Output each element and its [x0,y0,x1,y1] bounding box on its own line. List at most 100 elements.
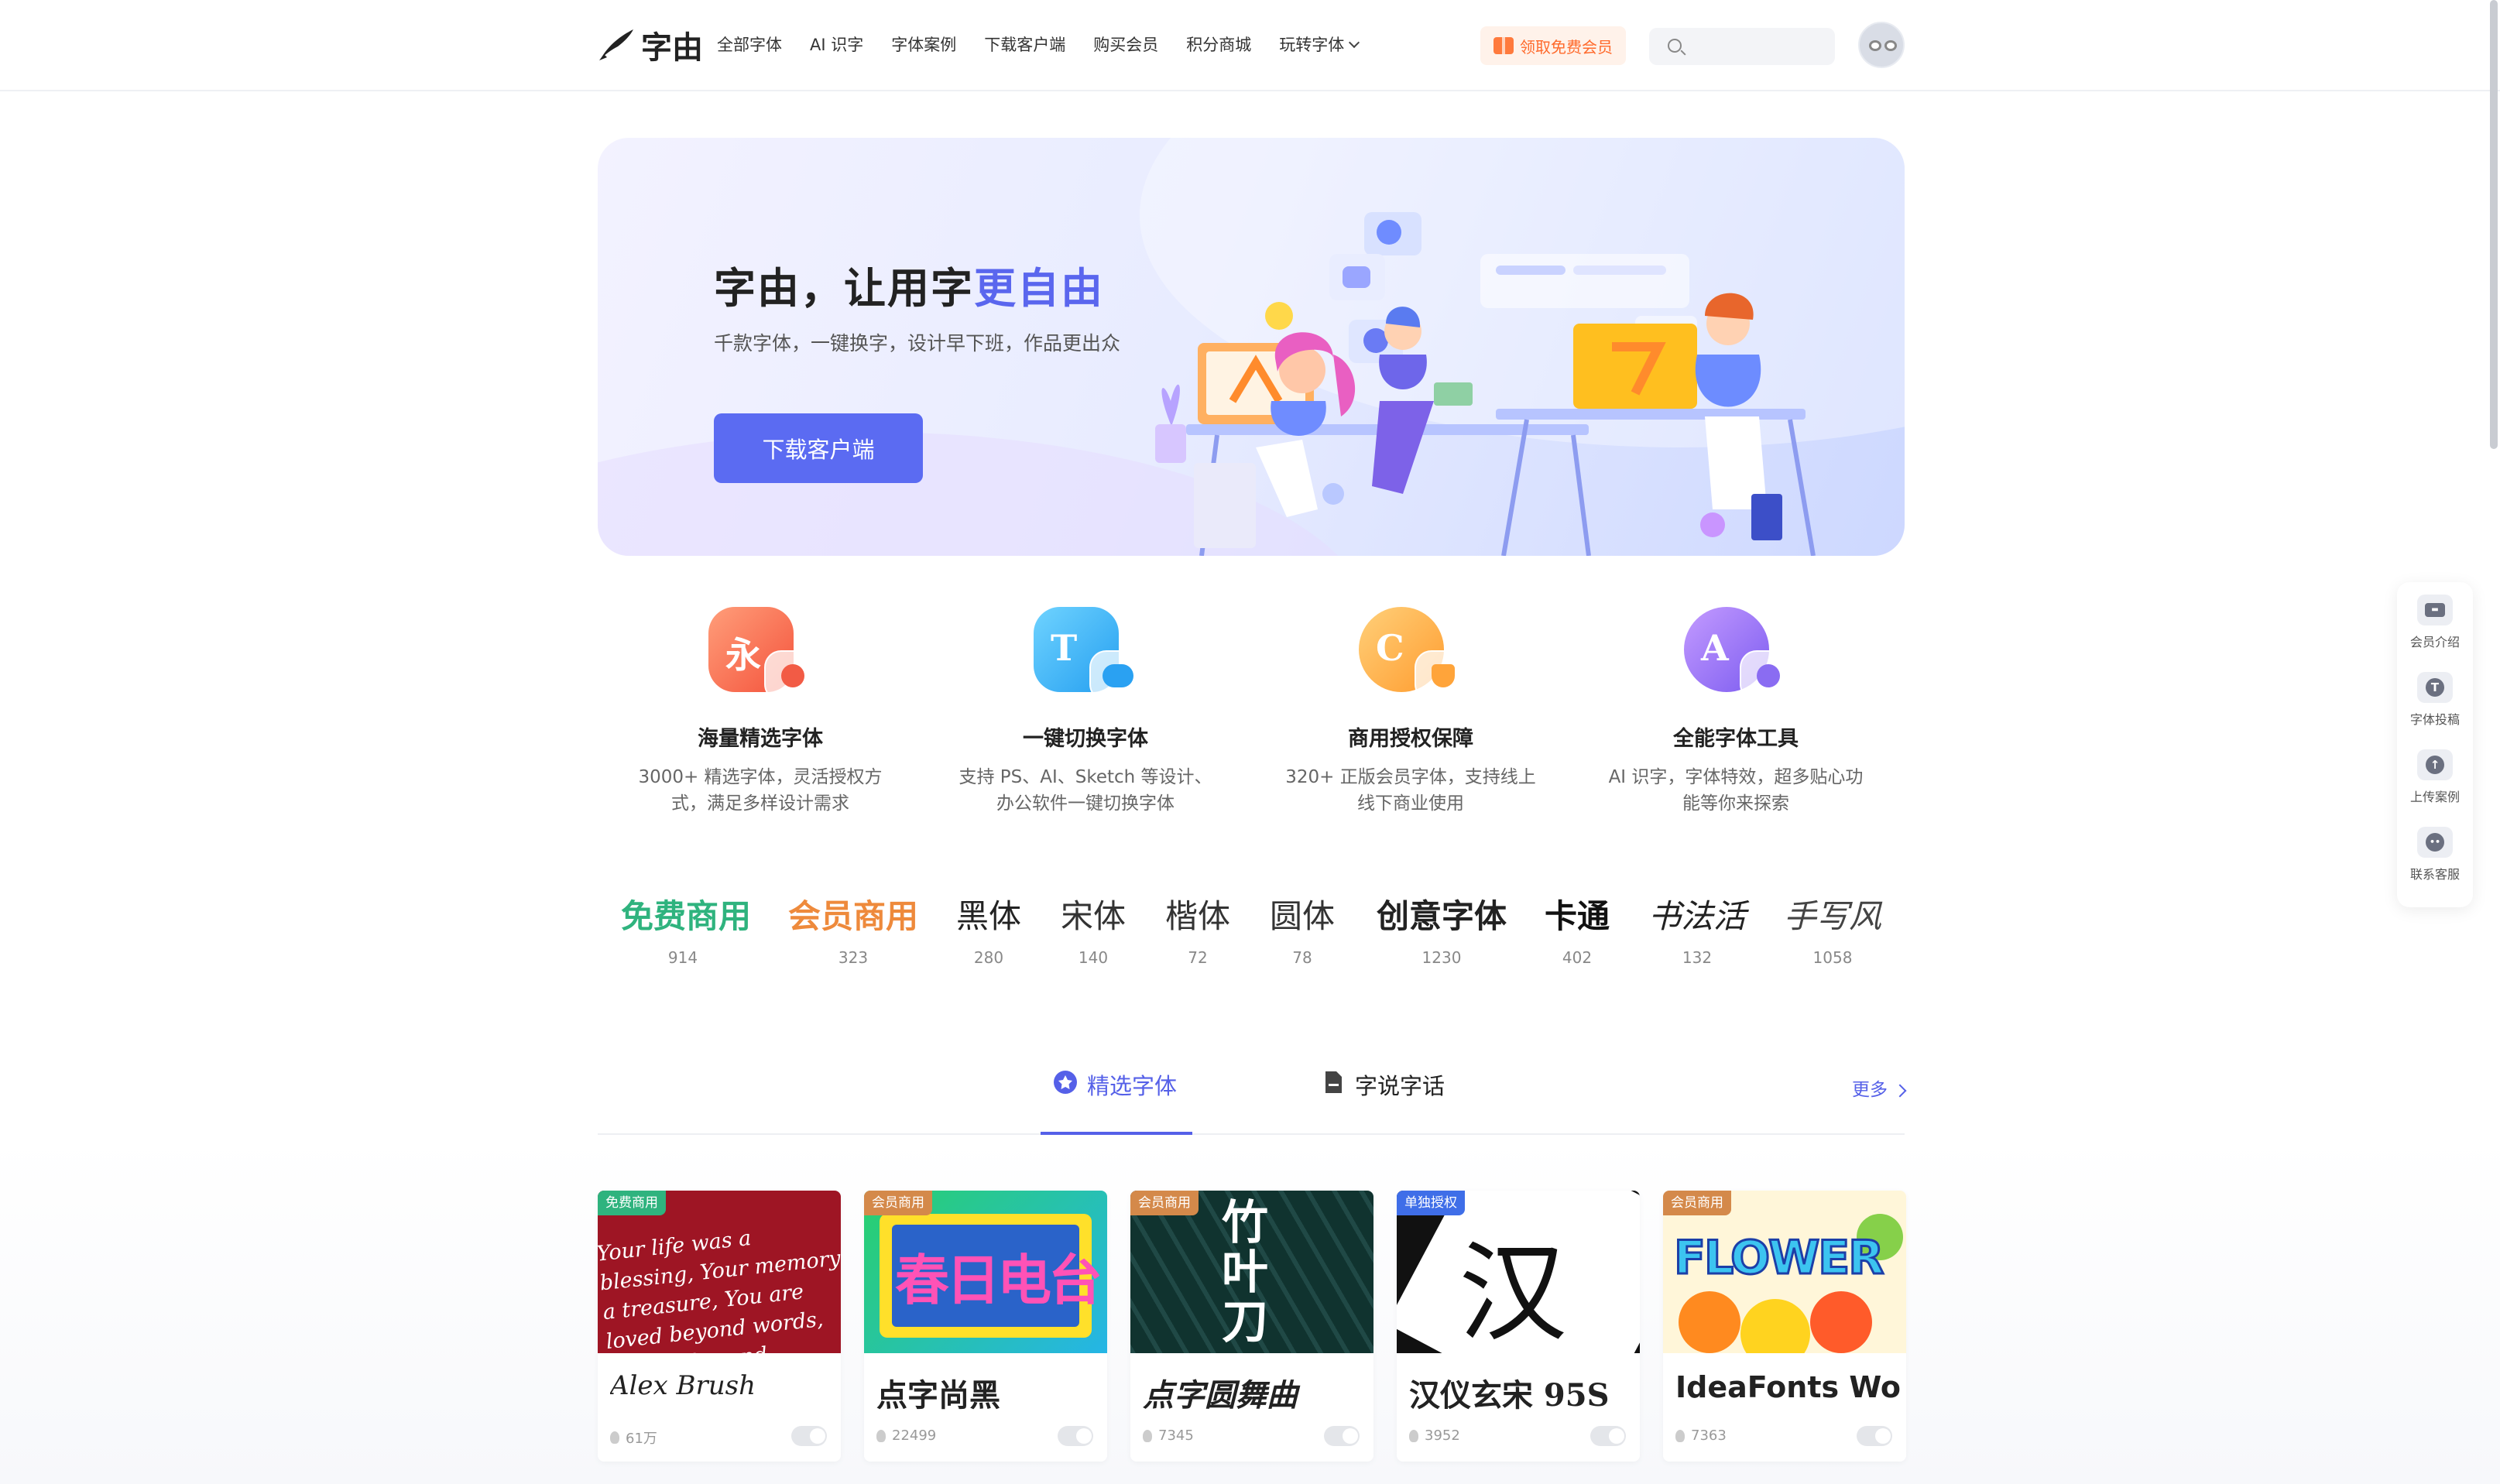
category-cartoon[interactable]: 卡通 402 [1538,890,1616,967]
font-card[interactable]: 单独授权 汉 汉仪玄宋 95S 3952 [1397,1191,1640,1462]
font-activate-toggle[interactable] [791,1426,827,1446]
download-count: 7345 [1143,1427,1194,1444]
count-value: 7345 [1158,1427,1194,1444]
search-box[interactable] [1649,28,1835,65]
nav-label: 下载客户端 [984,36,1066,54]
nav-play-fonts-dropdown[interactable]: 玩转字体 [1279,29,1360,60]
category-count: 402 [1562,948,1593,967]
font-name: 点字圆舞曲 [1143,1377,1298,1414]
nav-font-cases[interactable]: 字体案例 [891,29,956,60]
feature-font-library: 永 海量精选字体 3000+ 精选字体，灵活授权方式，满足多样设计需求 [598,596,923,817]
font-name: Alex Brush [610,1370,756,1401]
search-input[interactable] [1692,28,1824,65]
hero-illustration [1155,212,1816,556]
category-member-commercial[interactable]: 会员商用 323 [787,890,919,967]
font-activate-toggle[interactable] [1857,1426,1892,1446]
nav-buy-membership[interactable]: 购买会员 [1093,29,1158,60]
top-header: 字由 全部字体 AI 识字 字体案例 下载客户端 购买会员 积分商城 玩转字体 … [0,0,2500,91]
free-vip-button[interactable]: 领取免费会员 [1480,26,1626,65]
more-label: 更多 [1852,1080,1888,1100]
feature-title: 商用授权保障 [1348,727,1473,751]
briefcase-icon: ▬ [2417,595,2453,625]
tab-label: 精选字体 [1087,1073,1178,1099]
preview-text: 汉 [1459,1231,1568,1353]
category-kaiti[interactable]: 楷体 72 [1159,890,1236,967]
font-name: 点字尚黑 [876,1378,1000,1414]
feature-title: 一键切换字体 [1023,727,1148,751]
hero-title-highlight: 更自由 [974,264,1104,313]
category-free-commercial[interactable]: 免费商用 914 [621,890,751,967]
font-preview-image: 会员商用 竹叶刀 [1130,1191,1373,1353]
category-creative[interactable]: 创意字体 1230 [1372,890,1511,967]
feature-glyph: A [1701,627,1729,669]
side-item-customer-service[interactable]: •• 联系客服 [2397,827,2473,883]
side-label: 上传案例 [2409,790,2460,804]
category-name: 宋体 [1060,897,1126,935]
font-name: IdeaFonts Wo [1675,1370,1900,1404]
more-link[interactable]: 更多 [1852,1074,1907,1101]
feature-glyph: 永 [725,634,761,676]
font-t-icon: T [2417,672,2453,703]
feature-font-switch: T 一键切换字体 支持 PS、AI、Sketch 等设计、办公软件一键切换字体 [923,596,1248,817]
side-glyph: •• [2426,833,2444,852]
category-handwriting[interactable]: 手写风 1058 [1778,890,1887,967]
page-scrollbar[interactable] [2490,0,2498,449]
nav-download-client[interactable]: 下载客户端 [984,29,1065,60]
font-activate-toggle[interactable] [1324,1426,1360,1446]
category-calligraphy[interactable]: 书法活 132 [1643,890,1751,967]
license-tag: 单独授权 [1397,1191,1465,1215]
font-activate-toggle[interactable] [1590,1426,1626,1446]
hero-banner: 字由，让用字更自由 千款字体，一键换字，设计早下班，作品更出众 下载客户端 [598,138,1905,556]
font-preview-image: 会员商用 FLOWER [1663,1191,1906,1353]
avatar-eye-icon [1869,40,1881,51]
tab-featured-fonts[interactable]: 精选字体 [1041,1068,1192,1135]
fire-icon [876,1429,886,1442]
nav-label: 购买会员 [1093,36,1159,54]
category-count: 72 [1188,948,1208,967]
side-label: 字体投稿 [2409,712,2460,727]
download-count: 7363 [1675,1427,1727,1444]
feature-glyph: C [1376,627,1404,669]
side-item-membership-intro[interactable]: ▬ 会员介绍 [2397,595,2473,650]
nav-ai-recognize[interactable]: AI 识字 [810,29,863,60]
feature-desc: 3000+ 精选字体，灵活授权方式，满足多样设计需求 [638,767,883,814]
font-card[interactable]: 免费商用 Your life was a blessing, Your memo… [598,1191,841,1462]
star-badge-icon [1054,1071,1077,1094]
category-name: 手写风 [1783,897,1881,935]
user-avatar[interactable] [1858,22,1905,68]
font-activate-toggle[interactable] [1058,1426,1093,1446]
font-preview-image: 单独授权 汉 [1397,1191,1640,1353]
hero-subtitle: 千款字体，一键换字，设计早下班，作品更出众 [714,332,1121,355]
font-name: 汉仪玄宋 95S [1409,1377,1610,1414]
nav-label: 全部字体 [717,36,782,54]
count-value: 7363 [1691,1427,1727,1444]
upload-icon: ↑ [2417,749,2453,780]
document-icon [1325,1071,1342,1093]
category-name: 会员商用 [787,897,918,935]
feature-desc: 支持 PS、AI、Sketch 等设计、办公软件一键切换字体 [959,767,1212,814]
category-songti[interactable]: 宋体 140 [1055,890,1132,967]
feature-title: 全能字体工具 [1673,727,1799,751]
category-heiti[interactable]: 黑体 280 [950,890,1027,967]
feature-list: 永 海量精选字体 3000+ 精选字体，灵活授权方式，满足多样设计需求 T 一键… [598,596,1905,828]
nav-all-fonts[interactable]: 全部字体 [717,29,782,60]
category-count: 323 [838,948,869,967]
font-card[interactable]: 会员商用 春日电台 点字尚黑 22499 [864,1191,1107,1462]
font-library-icon: 永 [702,596,821,704]
site-logo[interactable]: 字由 [598,23,703,67]
brush-logo-icon [599,29,633,60]
feature-glyph: T [1051,627,1078,669]
category-yuanti[interactable]: 圆体 78 [1264,890,1341,967]
side-item-font-submit[interactable]: T 字体投稿 [2397,672,2473,728]
download-client-button[interactable]: 下载客户端 [714,413,923,483]
category-count: 140 [1078,948,1109,967]
main-nav: 全部字体 AI 识字 字体案例 下载客户端 购买会员 积分商城 玩转字体 [717,29,1386,60]
tab-font-talk[interactable]: 字说字话 [1321,1068,1476,1135]
download-count: 61万 [610,1427,657,1448]
fire-icon [1675,1429,1685,1442]
font-card[interactable]: 会员商用 FLOWER IdeaFonts Wo 7363 [1663,1191,1906,1462]
nav-points-mall[interactable]: 积分商城 [1186,29,1251,60]
side-label: 联系客服 [2409,867,2460,882]
font-card[interactable]: 会员商用 竹叶刀 点字圆舞曲 7345 [1130,1191,1373,1462]
side-item-upload-case[interactable]: ↑ 上传案例 [2397,749,2473,805]
